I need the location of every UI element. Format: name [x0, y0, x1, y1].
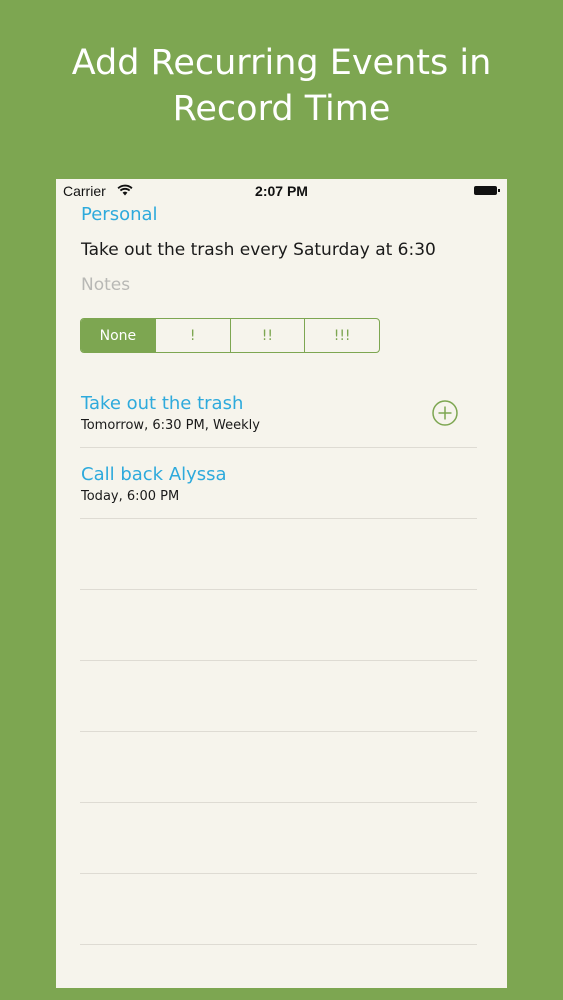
- status-time: 2:07 PM: [255, 183, 308, 199]
- task-title: Call back Alyssa: [81, 464, 227, 485]
- phone-screen: Carrier 2:07 PM Personal Take out the tr…: [56, 179, 507, 988]
- list-name-link[interactable]: Personal: [81, 204, 158, 225]
- priority-segmented-control: None ! !! !!!: [80, 318, 380, 353]
- add-circle-icon[interactable]: [432, 400, 458, 426]
- task-row[interactable]: Call back Alyssa Today, 6:00 PM: [80, 448, 477, 519]
- task-row[interactable]: Take out the trash Tomorrow, 6:30 PM, We…: [80, 377, 477, 448]
- priority-medium-segment[interactable]: !!: [229, 319, 305, 352]
- priority-none-segment[interactable]: None: [81, 319, 155, 352]
- promo-headline-line-2: Record Time: [172, 89, 391, 129]
- empty-list-row: [80, 732, 477, 803]
- empty-list-row: [80, 803, 477, 874]
- empty-list-row: [80, 519, 477, 590]
- task-list: Take out the trash Tomorrow, 6:30 PM, We…: [80, 377, 477, 945]
- priority-high-segment[interactable]: !!!: [304, 319, 379, 352]
- promo-headline-line-1: Add Recurring Events in: [71, 43, 492, 83]
- empty-list-row: [80, 590, 477, 661]
- notes-input[interactable]: Notes: [81, 275, 130, 295]
- status-bar: Carrier 2:07 PM: [56, 179, 507, 203]
- priority-low-segment[interactable]: !: [154, 319, 230, 352]
- task-title-input[interactable]: Take out the trash every Saturday at 6:3…: [81, 240, 481, 260]
- task-due-date: Today, 6:00 PM: [81, 489, 180, 504]
- empty-list-row: [80, 661, 477, 732]
- task-title: Take out the trash: [81, 393, 244, 414]
- promo-headline: Add Recurring Events in Record Time: [0, 40, 563, 132]
- task-due-date: Tomorrow, 6:30 PM, Weekly: [81, 418, 260, 433]
- battery-icon: [474, 186, 500, 195]
- empty-list-row: [80, 874, 477, 945]
